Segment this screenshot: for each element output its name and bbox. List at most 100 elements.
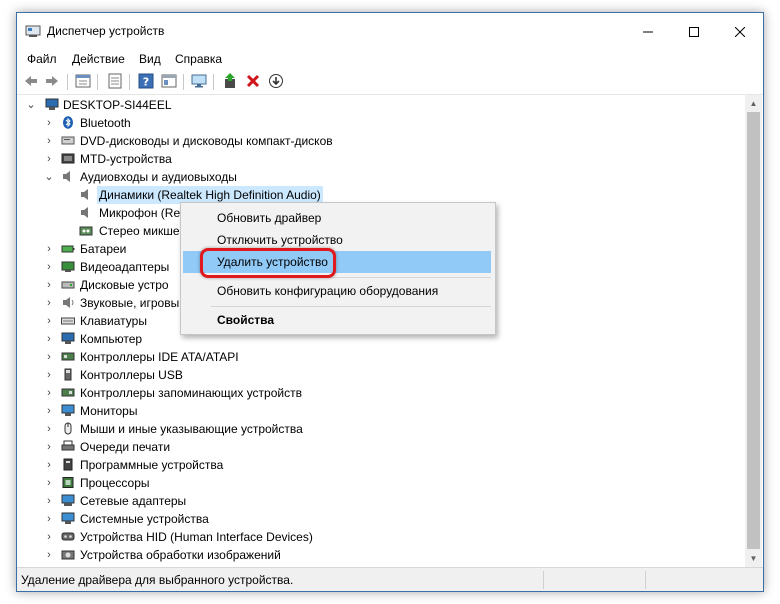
status-bar: Удаление драйвера для выбранного устройс…: [17, 567, 763, 591]
monitor-scan-icon[interactable]: [191, 73, 207, 89]
tree-item-label: Микрофон (Re: [99, 206, 181, 220]
chevron-right-icon[interactable]: ›: [43, 330, 55, 348]
status-divider: [543, 571, 544, 589]
tree-item-label: MTD-устройства: [80, 152, 172, 166]
chevron-right-icon[interactable]: ›: [43, 402, 55, 420]
printer-icon: [61, 440, 75, 451]
tree-item-label: Батареи: [80, 242, 127, 256]
update-driver-icon[interactable]: [222, 73, 238, 89]
software-device-icon: [63, 458, 73, 471]
sound-icon: [63, 297, 74, 308]
chevron-right-icon[interactable]: ›: [43, 492, 55, 510]
forward-icon[interactable]: [44, 73, 60, 89]
chevron-right-icon[interactable]: ›: [43, 456, 55, 474]
tree-item-label: Контроллеры запоминающих устройств: [80, 386, 302, 400]
toolbar-separator: [129, 74, 130, 90]
chevron-right-icon[interactable]: ›: [43, 366, 55, 384]
svg-text:?: ?: [143, 76, 149, 89]
dvd-icon: [61, 136, 75, 145]
tree-item-label: Звуковые, игровы: [80, 296, 180, 310]
minimize-button[interactable]: [625, 13, 671, 49]
window-title: Диспетчер устройств: [47, 24, 165, 38]
chevron-right-icon[interactable]: ›: [43, 312, 55, 330]
title-bar: Диспетчер устройств: [17, 13, 763, 49]
chevron-right-icon[interactable]: ›: [43, 546, 55, 564]
maximize-button[interactable]: [671, 13, 717, 49]
tree-item-label: Очереди печати: [80, 440, 171, 454]
device-manager-app-icon: [25, 25, 41, 37]
tree-item-label: Устройства HID (Human Interface Devices): [80, 530, 313, 544]
menu-action[interactable]: Действие: [72, 52, 125, 66]
scroll-up-icon[interactable]: ▲: [745, 95, 762, 112]
ctx-separator: [211, 306, 491, 307]
chevron-right-icon[interactable]: ›: [43, 348, 55, 366]
computer-icon: [61, 332, 75, 344]
mouse-icon: [64, 422, 72, 435]
chevron-right-icon[interactable]: ›: [43, 240, 55, 258]
properties-sheet-icon[interactable]: [161, 73, 177, 89]
remove-device-icon[interactable]: [245, 73, 261, 89]
chevron-right-icon[interactable]: ›: [43, 114, 55, 132]
close-icon: [734, 26, 746, 38]
tree-item-label: Устройства обработки изображений: [80, 548, 281, 562]
chevron-right-icon[interactable]: ›: [43, 510, 55, 528]
chevron-right-icon[interactable]: ›: [43, 150, 55, 168]
tree-item-label: Сетевые адаптеры: [80, 494, 187, 508]
computer-icon: [45, 98, 59, 110]
ctx-scan-hardware[interactable]: Обновить конфигурацию оборудования: [183, 280, 491, 302]
chevron-right-icon[interactable]: ›: [43, 420, 55, 438]
menu-help[interactable]: Справка: [175, 52, 222, 66]
back-icon[interactable]: [23, 73, 39, 89]
status-text: Удаление драйвера для выбранного устройс…: [21, 573, 294, 587]
toolbar: ?: [17, 70, 763, 95]
toolbar-separator: [67, 74, 68, 90]
menu-file[interactable]: Файл: [27, 52, 57, 66]
tree-item-label: Стерео микше: [99, 224, 180, 238]
close-button[interactable]: [717, 13, 763, 49]
maximize-icon: [689, 27, 699, 38]
tree-root-label: DESKTOP-SI44EEL: [63, 98, 172, 112]
chevron-right-icon[interactable]: ›: [43, 132, 55, 150]
vertical-scrollbar[interactable]: ▲ ▼: [745, 95, 762, 567]
status-divider: [645, 571, 646, 589]
ctx-update-driver[interactable]: Обновить драйвер: [183, 207, 491, 229]
speaker-icon: [81, 207, 88, 218]
ide-controller-icon: [61, 352, 75, 361]
display-adapter-icon: [61, 261, 75, 272]
chevron-right-icon[interactable]: ›: [43, 276, 55, 294]
download-icon[interactable]: [268, 73, 284, 89]
stereo-mixer-icon: [79, 226, 93, 236]
chevron-right-icon[interactable]: ›: [43, 294, 55, 312]
highlight-annotation: [200, 248, 336, 278]
help-icon[interactable]: ?: [138, 73, 154, 89]
tree-item-label: Мониторы: [80, 404, 138, 418]
chevron-right-icon[interactable]: ›: [43, 528, 55, 546]
tree-item-label: Контроллеры USB: [80, 368, 183, 382]
scroll-down-icon[interactable]: ▼: [745, 550, 762, 567]
minimize-icon: [643, 31, 653, 33]
tree-item-label: Аудиовходы и аудиовыходы: [80, 170, 237, 184]
hid-icon: [61, 532, 75, 541]
properties-icon[interactable]: [75, 73, 91, 89]
chevron-right-icon[interactable]: ›: [43, 384, 55, 402]
tree-item-label: Мыши и иные указывающие устройства: [80, 422, 303, 436]
chevron-right-icon[interactable]: ›: [43, 258, 55, 276]
scrollbar-thumb[interactable]: [747, 112, 760, 549]
tree-item-label: Программные устройства: [80, 458, 224, 472]
chevron-down-icon[interactable]: ⌄: [25, 96, 37, 114]
monitor-icon: [61, 404, 75, 416]
ctx-properties[interactable]: Свойства: [183, 309, 491, 331]
mtd-icon: [61, 153, 75, 164]
chevron-right-icon[interactable]: ›: [43, 474, 55, 492]
chevron-down-icon[interactable]: ⌄: [43, 168, 55, 186]
keyboard-icon: [61, 317, 75, 325]
toolbar-separator: [183, 74, 184, 90]
devices-view-icon[interactable]: [107, 73, 123, 89]
chevron-right-icon[interactable]: ›: [43, 438, 55, 456]
disk-icon: [61, 281, 75, 289]
bluetooth-icon: [63, 116, 73, 129]
tree-item-label: Контроллеры IDE ATA/ATAPI: [80, 350, 239, 364]
speaker-icon: [63, 171, 70, 182]
menu-view[interactable]: Вид: [139, 52, 161, 66]
tree-item-label: Bluetooth: [80, 116, 131, 130]
